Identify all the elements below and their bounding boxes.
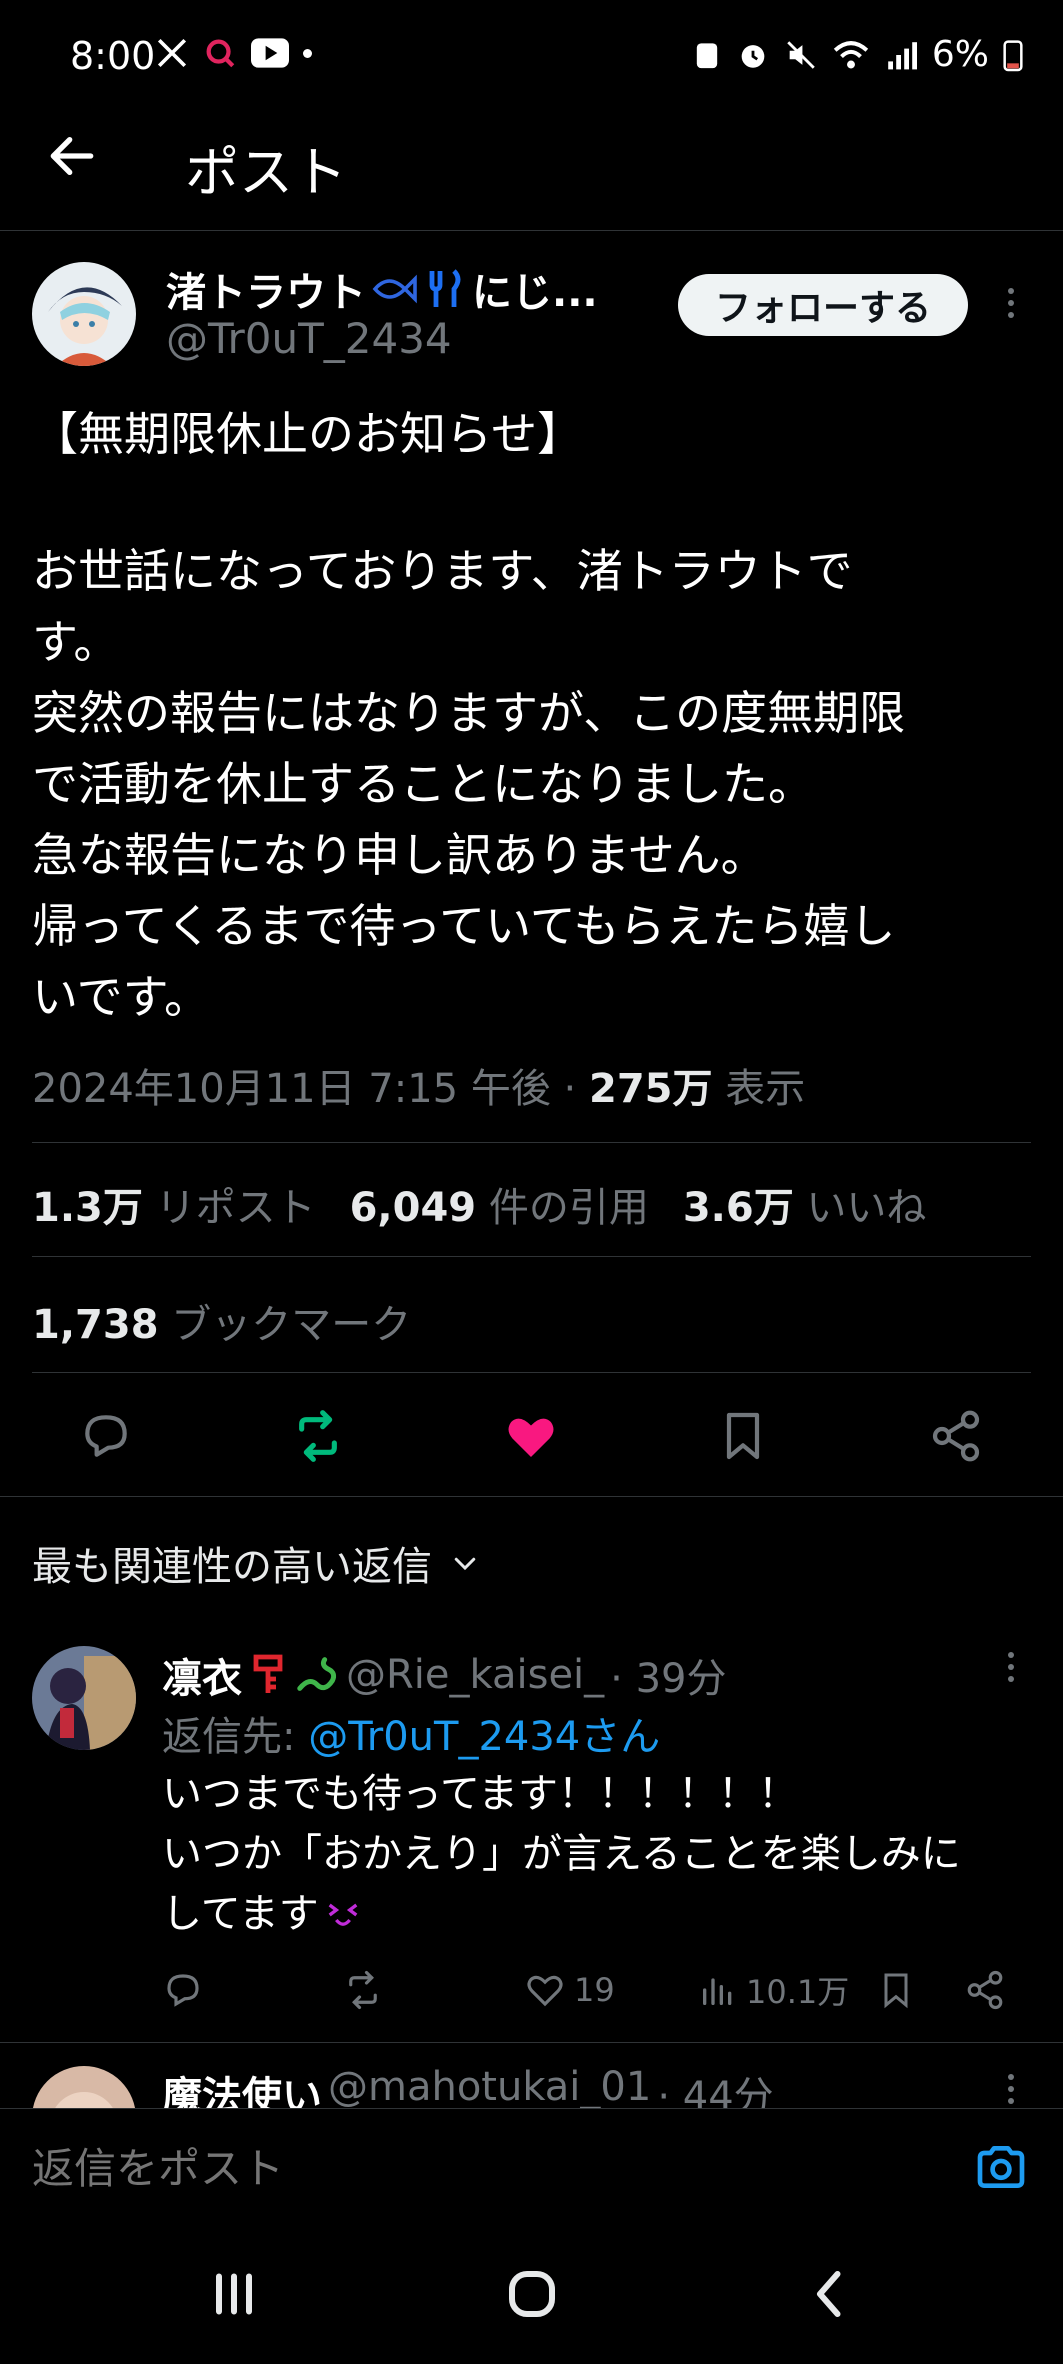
post-date[interactable]: 2024年10月11日 7:15 午後 · (32, 1066, 589, 1112)
divider (0, 2042, 1063, 2043)
fork-knife-icon (429, 269, 461, 307)
bookmarks-stat: 1,738 ブックマーク (32, 1292, 411, 1350)
bookmark-icon[interactable] (715, 1408, 771, 1464)
like-icon[interactable] (503, 1408, 559, 1464)
reply-like-button[interactable]: 19 (524, 1966, 615, 2014)
page-title: ポスト (185, 141, 347, 204)
system-nav-bar (0, 2224, 1063, 2364)
reposts-label: リポスト (142, 1185, 316, 1231)
wifi-icon (833, 40, 869, 68)
reply-text-content: いつまでも待ってます！！！！！！ いつか「おかえり」が言えることを楽しみに して… (162, 1771, 961, 1937)
dot-icon (303, 48, 312, 58)
reply-author-name[interactable]: 凛衣 (162, 1646, 242, 1704)
quotes-label: 件の引用 (476, 1185, 649, 1231)
views-label: 表示 (712, 1066, 806, 1112)
reply-like-count: 19 (574, 1971, 615, 2009)
reply-reply-button[interactable] (162, 1966, 204, 2014)
quotes-count: 6,049 (349, 1185, 477, 1231)
reply-to-line: 返信先: @Tr0uT_2434さん (162, 1704, 660, 1762)
reply-more-options-icon[interactable] (996, 1652, 1026, 1682)
fish-emoji-icon (372, 274, 417, 304)
repost-icon[interactable] (290, 1408, 346, 1464)
x-logo-icon (157, 38, 187, 68)
key-emoji-icon (253, 1654, 283, 1693)
follow-button[interactable]: フォローする (678, 274, 968, 336)
reply-time: · 39分 (610, 1656, 727, 1702)
reply-more-options-icon[interactable] (996, 2074, 1026, 2104)
likes-stat[interactable]: 3.6万 いいね (683, 1175, 927, 1233)
likes-count: 3.6万 (682, 1185, 794, 1231)
reply-compose-input[interactable] (32, 2145, 573, 2193)
battery-percent: 6% (931, 34, 989, 75)
battery-saver-icon (696, 42, 718, 68)
status-right: 6% (692, 34, 1023, 75)
notification-icons (155, 36, 312, 70)
author-avatar[interactable] (32, 262, 136, 366)
bookmarks-count: 1,738 (32, 1302, 159, 1348)
reposts-stat[interactable]: 1.3万 リポスト (32, 1175, 316, 1233)
bookmark-icon (884, 1973, 908, 2009)
header-divider (0, 230, 1063, 231)
post-title: 【無期限休止のお知らせ】 (32, 407, 584, 461)
reply-text: いつまでも待ってます！！！！！！ いつか「おかえり」が言えることを楽しみに して… (162, 1764, 1042, 1944)
more-options-icon[interactable] (996, 288, 1026, 318)
author-name-text: 渚トラウト (166, 270, 366, 316)
share-icon[interactable] (928, 1408, 984, 1464)
repost-icon (349, 1970, 377, 2010)
back-nav-icon[interactable] (800, 2264, 860, 2324)
camera-icon[interactable] (973, 2139, 1029, 2195)
replies-sort-dropdown[interactable]: 最も関連性の高い返信 (32, 1534, 480, 1592)
reply-author-handle[interactable]: @Rie_kaisei_ (346, 1652, 604, 1698)
reply-icon[interactable] (78, 1408, 134, 1464)
reply-to-link[interactable]: @Tr0uT_2434さん (308, 1714, 660, 1760)
status-time: 8:00 (70, 34, 156, 78)
engagement-stats: 1.3万 リポスト 6,049 件の引用 3.6万 いいね (32, 1175, 926, 1233)
alarm-icon (741, 44, 765, 68)
author-name-suffix: にじ... (472, 270, 598, 316)
reply-avatar[interactable] (32, 1646, 136, 1750)
divider (32, 1142, 1031, 1143)
search-app-icon (206, 39, 235, 68)
snake-emoji-icon (297, 1657, 337, 1691)
views-count: 275万 (589, 1066, 713, 1112)
smile-emoji-icon (328, 1903, 358, 1926)
divider (32, 1256, 1031, 1257)
reply-header: 凛衣 @Rie_kaisei_ · 39分 (162, 1646, 727, 1704)
reply-views-button[interactable]: 10.1万 (698, 1966, 849, 2014)
reply-share-button[interactable] (964, 1966, 1006, 2014)
reply-repost-button[interactable] (342, 1966, 384, 2014)
likes-label: いいね (793, 1185, 927, 1231)
heart-icon (527, 1975, 563, 2007)
youtube-icon (251, 38, 289, 68)
post-meta: 2024年10月11日 7:15 午後 · 275万 表示 (32, 1056, 805, 1114)
reply-bookmark-button[interactable] (876, 1966, 916, 2014)
share-icon (967, 1970, 1003, 2010)
quotes-stat[interactable]: 6,049 件の引用 (350, 1175, 649, 1233)
chevron-down-icon (454, 1557, 476, 1571)
reply-icon (167, 1974, 199, 2007)
replies-sort-label: 最も関連性の高い返信 (32, 1544, 432, 1590)
reply-views-count: 10.1万 (746, 1973, 850, 2011)
signal-icon (888, 41, 917, 69)
battery-icon (1003, 39, 1023, 71)
author-handle[interactable]: @Tr0uT_2434 (166, 314, 452, 363)
home-icon[interactable] (502, 2264, 562, 2324)
mute-icon (787, 40, 815, 69)
reposts-count: 1.3万 (32, 1185, 143, 1231)
compose-bar (0, 2108, 1063, 2224)
back-arrow-icon[interactable] (44, 128, 100, 184)
author-name[interactable]: 渚トラウト にじ... (166, 260, 598, 318)
reply-to-prefix: 返信先: (162, 1714, 309, 1760)
analytics-icon (703, 1978, 732, 2005)
divider (32, 1372, 1031, 1373)
post-body: お世話になっております、渚トラウトで す。 突然の報告にはなりますが、この度無期… (32, 544, 906, 1024)
bookmarks-label: ブックマーク (158, 1302, 412, 1348)
divider (0, 1496, 1063, 1497)
recent-apps-icon[interactable] (204, 2264, 264, 2324)
